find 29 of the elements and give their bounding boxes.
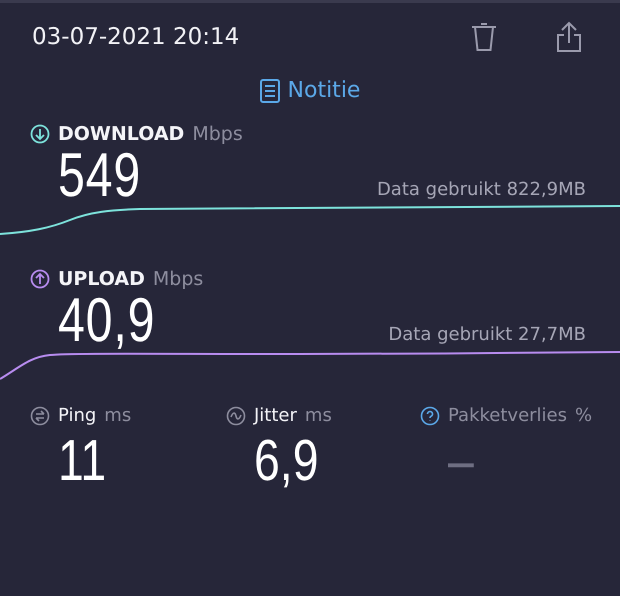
speed-unit: Mbps: [192, 123, 243, 145]
arrow-up-icon: [30, 269, 50, 289]
share-button[interactable]: [556, 21, 582, 53]
speed-label: DOWNLOAD: [58, 123, 184, 145]
share-icon: [556, 21, 582, 53]
trash-icon: [470, 21, 498, 53]
speed-value: 549: [58, 145, 142, 207]
metric-value: 11: [58, 427, 106, 495]
wave-icon: [226, 406, 246, 426]
metric-value: 6,9: [254, 427, 319, 495]
metric-label: Ping: [58, 405, 96, 426]
metric-unit: ms: [104, 405, 132, 426]
note-link[interactable]: Notitie: [260, 78, 360, 103]
delete-button[interactable]: [470, 21, 498, 53]
metric-unit: ms: [304, 405, 332, 426]
metric-unit: %: [575, 405, 592, 426]
speed-label: UPLOAD: [58, 268, 145, 290]
speed-value: 40,9: [58, 290, 156, 352]
metric-value: –: [448, 427, 474, 495]
date-time: 03-07-2021 20:14: [32, 24, 240, 50]
metric-label: Jitter: [254, 405, 297, 426]
metric-label: Pakketverlies: [448, 405, 567, 426]
note-icon: [260, 78, 280, 102]
data-used: Data gebruikt 27,7MB: [388, 324, 586, 345]
speed-unit: Mbps: [152, 268, 204, 290]
arrow-down-icon: [30, 124, 50, 144]
data-used: Data gebruikt 822,9MB: [376, 179, 586, 200]
help-icon: [420, 406, 440, 426]
arrows-icon: [30, 406, 50, 426]
